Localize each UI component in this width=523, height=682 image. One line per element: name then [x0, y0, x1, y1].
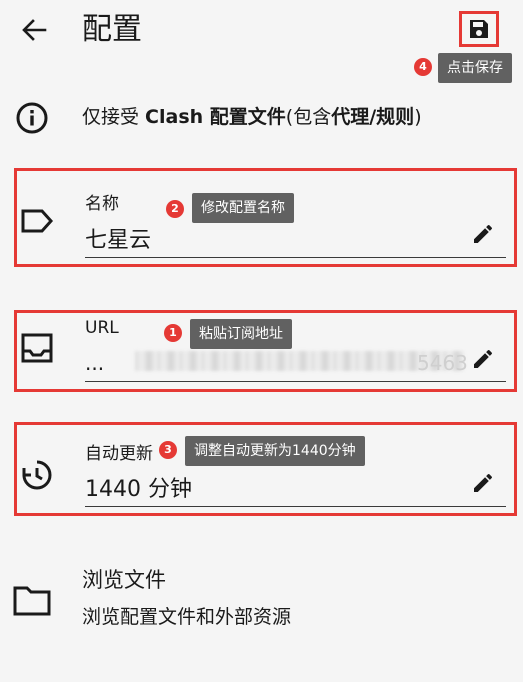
browse-files-row[interactable]: 浏览文件 浏览配置文件和外部资源 — [0, 560, 523, 640]
edit-name-button[interactable] — [468, 219, 498, 249]
save-icon — [470, 20, 488, 38]
url-blurred-text — [135, 351, 465, 371]
page-title: 配置 — [82, 12, 142, 47]
tooltip-save: 点击保存 — [438, 53, 512, 83]
step-badge-1: 1 — [164, 324, 182, 342]
url-field-label: URL — [85, 318, 119, 338]
inbox-icon — [17, 328, 57, 368]
history-clock-icon — [17, 455, 57, 495]
info-row: 仅接受 Clash 配置文件(包含代理/规则) — [0, 94, 523, 140]
back-button[interactable] — [14, 12, 54, 48]
browse-files-subtitle: 浏览配置文件和外部资源 — [82, 606, 292, 628]
tooltip-update: 调整自动更新为1440分钟 — [185, 436, 365, 466]
pencil-icon — [474, 349, 493, 368]
pencil-icon — [474, 473, 493, 492]
browse-files-title: 浏览文件 — [82, 568, 166, 592]
tooltip-name: 修改配置名称 — [192, 193, 294, 223]
info-icon — [16, 102, 48, 134]
edit-update-button[interactable] — [468, 468, 498, 498]
auto-update-value[interactable]: 1440 分钟 — [85, 475, 192, 505]
name-field-value[interactable]: 七星云 — [85, 226, 151, 256]
info-text: 仅接受 Clash 配置文件(包含代理/规则) — [82, 106, 422, 128]
arrow-left-icon — [22, 19, 47, 41]
step-badge-4: 4 — [414, 58, 432, 76]
folder-icon — [13, 586, 51, 616]
label-tag-icon — [17, 201, 57, 241]
tooltip-url: 粘贴订阅地址 — [190, 319, 292, 349]
url-field-underline — [85, 381, 506, 382]
name-field-label: 名称 — [85, 194, 119, 214]
pencil-icon — [474, 224, 493, 243]
step-badge-2: 2 — [166, 200, 184, 218]
save-button[interactable] — [459, 11, 499, 47]
url-field-value-suffix: 5463 — [417, 351, 468, 375]
url-field-value-prefix: ... — [85, 351, 105, 375]
edit-url-button[interactable] — [468, 344, 498, 374]
auto-update-label: 自动更新 — [85, 444, 153, 464]
step-badge-3: 3 — [159, 441, 177, 459]
name-field-underline — [85, 257, 506, 258]
auto-update-underline — [85, 506, 506, 507]
